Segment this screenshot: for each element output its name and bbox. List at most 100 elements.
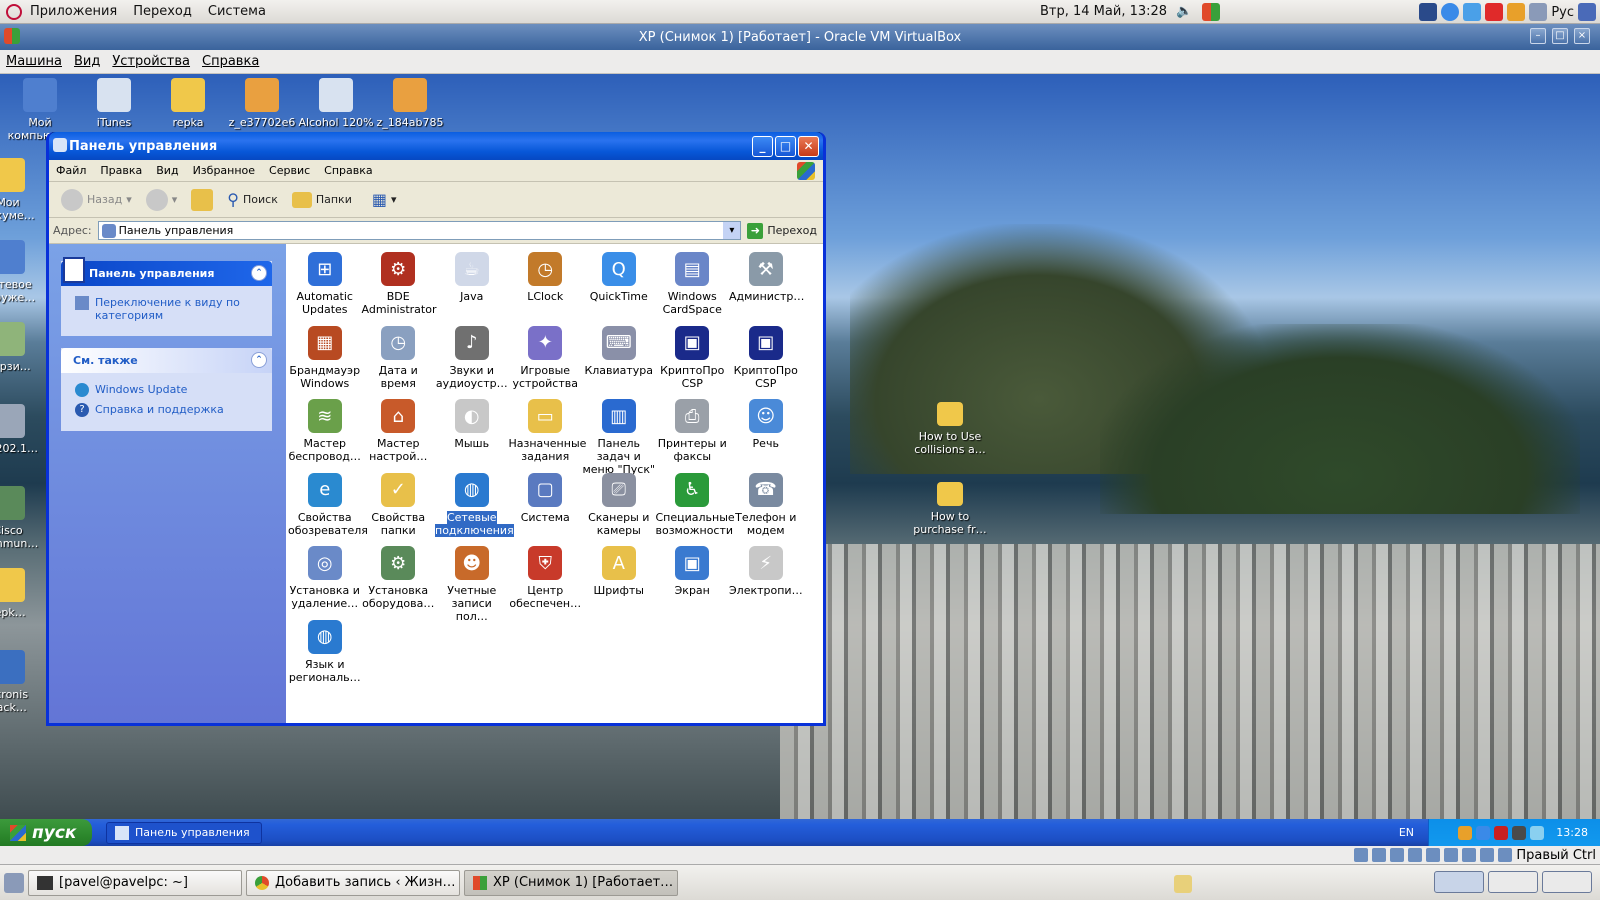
shared-folder-icon[interactable] — [1444, 848, 1459, 862]
minimize-button[interactable]: _ — [752, 136, 773, 157]
views-button[interactable]: ▦ ▾ — [366, 190, 403, 209]
show-desktop-icon[interactable] — [4, 872, 24, 893]
control-panel-item[interactable]: ⚡ Электропи… — [729, 542, 803, 616]
control-panel-item[interactable]: ◍ Язык и региональ… — [288, 616, 362, 690]
maximize-button[interactable]: □ — [775, 136, 796, 157]
menu-help[interactable]: Справка — [317, 164, 379, 177]
volume-icon[interactable]: 🔈 — [1176, 4, 1192, 19]
help-support-link[interactable]: ? Справка и поддержка — [75, 403, 262, 417]
menu-file[interactable]: Файл — [49, 164, 93, 177]
vbox-menu-devices[interactable]: Устройства — [106, 54, 196, 69]
control-panel-item[interactable]: ◷ Дата и время — [362, 322, 436, 396]
address-dropdown-icon[interactable]: ▾ — [723, 222, 741, 239]
tray-icon-4[interactable] — [1485, 3, 1504, 21]
control-panel-item[interactable]: ⎙ Принтеры и факсы — [656, 395, 730, 469]
control-panel-item[interactable]: ☎ Телефон и модем — [729, 469, 803, 543]
vbox-menu-machine[interactable]: Машина — [0, 54, 68, 69]
control-panel-item[interactable]: ⌂ Мастер настрой… — [362, 395, 436, 469]
desktop-icon[interactable]: How to Use collisions a… — [912, 402, 988, 456]
vbox-menu-view[interactable]: Вид — [68, 54, 106, 69]
menu-favorites[interactable]: Избранное — [186, 164, 262, 177]
keyboard-layout[interactable]: Рус — [1551, 5, 1574, 20]
menu-places[interactable]: Переход — [125, 4, 200, 19]
control-panel-item[interactable]: ⚒ Администр… — [729, 248, 804, 322]
windows-update-link[interactable]: Windows Update — [75, 383, 262, 397]
tasks-header[interactable]: Панель управления ⌃ — [61, 257, 272, 286]
desktop-icon[interactable]: z_e37702e6 — [224, 78, 300, 129]
network-icon[interactable] — [1426, 848, 1441, 862]
vbox-titlebar[interactable]: XP (Снимок 1) [Работает] - Oracle VM Vir… — [0, 24, 1600, 50]
vbox-minimize-button[interactable]: – — [1530, 28, 1546, 44]
desktop-icon[interactable]: iTunes — [76, 78, 152, 129]
control-panel-item[interactable]: ▢ Система — [509, 469, 583, 543]
desktop-icon[interactable]: Корзи… — [0, 322, 46, 373]
desktop-icon[interactable]: z_184ab785 — [372, 78, 448, 129]
usb-icon[interactable] — [1408, 848, 1423, 862]
tray-icon-6[interactable] — [1529, 3, 1548, 21]
menu-applications[interactable]: Приложения — [22, 4, 125, 19]
control-panel-item[interactable]: ✓ Свойства папки — [362, 469, 436, 543]
desktop-icon[interactable]: repka — [150, 78, 226, 129]
xp-tray-icon-3[interactable] — [1494, 825, 1509, 840]
back-button[interactable]: Назад ▾ — [55, 188, 138, 211]
menu-system[interactable]: Система — [200, 4, 274, 19]
workspace-3-icon[interactable] — [1542, 871, 1592, 893]
control-panel-item[interactable]: ▣ КриптоПро CSP — [729, 322, 803, 396]
see-also-collapse-icon[interactable]: ⌃ — [251, 352, 267, 368]
desktop-icon[interactable]: Мои докуме… — [0, 158, 46, 222]
control-panel-item[interactable]: ⎚ Сканеры и камеры — [582, 469, 656, 543]
desktop-icon[interactable]: Сетевое окруже… — [0, 240, 46, 304]
control-panel-window[interactable]: Панель управления _ □ ✕ Файл Правка Вид … — [46, 132, 826, 726]
control-panel-item[interactable]: ⌨ Клавиатура — [582, 322, 656, 396]
debian-logo-icon[interactable] — [6, 3, 22, 20]
control-panel-item[interactable]: ▤ Windows CardSpace — [656, 248, 730, 322]
control-panel-item[interactable]: ▦ Брандмауэр Windows — [288, 322, 362, 396]
control-panel-item[interactable]: ✦ Игровые устройства — [509, 322, 583, 396]
back-dropdown-icon[interactable]: ▾ — [126, 193, 132, 206]
control-panel-item[interactable]: ◐ Мышь — [435, 395, 509, 469]
notes-icon[interactable] — [1174, 875, 1192, 893]
see-also-header[interactable]: См. также ⌃ — [61, 348, 272, 373]
desktop-icon[interactable]: Cisco Commun… — [0, 486, 46, 550]
control-panel-item[interactable]: ⚙ Установка оборудова… — [362, 542, 436, 616]
control-panel-item[interactable]: ◷ LClock — [509, 248, 583, 322]
xp-tray-icon-2[interactable] — [1476, 825, 1491, 840]
control-panel-item[interactable]: ♿ Специальные возможности — [656, 469, 735, 543]
xp-language-indicator[interactable]: EN — [1399, 826, 1414, 839]
control-panel-item[interactable]: ▣ Экран — [656, 542, 730, 616]
display-icon[interactable] — [1462, 848, 1477, 862]
forward-button[interactable]: ▾ — [140, 188, 184, 211]
xp-tray-icon-1[interactable] — [1458, 825, 1473, 840]
xp-clock[interactable]: 13:28 — [1556, 826, 1588, 839]
control-panel-item[interactable]: e Свойства обозревателя — [288, 469, 368, 543]
cd-icon[interactable] — [1372, 848, 1387, 862]
tasks-collapse-icon[interactable]: ⌃ — [251, 265, 267, 281]
folders-button[interactable]: Папки — [286, 191, 358, 208]
control-panel-item[interactable]: ♪ Звуки и аудиоустр… — [435, 322, 509, 396]
guest-desktop[interactable]: Мой компьютер iTunes repka z_e37702e6 Alcoho… — [0, 74, 1600, 819]
switch-category-link[interactable]: Переключение к виду по категориям — [75, 296, 262, 322]
control-panel-item[interactable]: Q QuickTime — [582, 248, 656, 322]
vbox-close-button[interactable]: × — [1574, 28, 1590, 44]
tray-icon-1[interactable] — [1419, 3, 1438, 21]
tray-icon-2[interactable] — [1441, 3, 1460, 21]
desktop-icon[interactable]: 91.202.1… — [0, 404, 46, 455]
workspace-1-icon[interactable] — [1434, 871, 1484, 893]
control-panel-item[interactable]: ◍ Сетевые подключения — [435, 469, 514, 543]
control-panel-item[interactable]: A Шрифты — [582, 542, 656, 616]
address-input[interactable]: Панель управления ▾ — [97, 221, 742, 240]
close-button[interactable]: ✕ — [798, 136, 819, 157]
workspace-2-icon[interactable] — [1488, 871, 1538, 893]
control-panel-item[interactable]: ⊞ Automatic Updates — [288, 248, 362, 322]
control-panel-titlebar[interactable]: Панель управления _ □ ✕ — [49, 132, 823, 160]
control-panel-item[interactable]: ◎ Установка и удаление… — [288, 542, 362, 616]
tray-icon-3[interactable] — [1463, 3, 1482, 21]
mouse-integration-icon[interactable] — [1498, 848, 1513, 862]
control-panel-item[interactable]: ▥ Панель задач и меню "Пуск" — [582, 395, 656, 476]
up-button[interactable] — [185, 188, 219, 211]
monitor-icon[interactable] — [1578, 3, 1596, 21]
start-button[interactable]: пуск — [0, 819, 92, 846]
control-panel-item[interactable]: ⛨ Центр обеспечен… — [509, 542, 583, 616]
menu-edit[interactable]: Правка — [93, 164, 149, 177]
task-virtualbox[interactable]: XP (Снимок 1) [Работает… — [464, 869, 678, 896]
